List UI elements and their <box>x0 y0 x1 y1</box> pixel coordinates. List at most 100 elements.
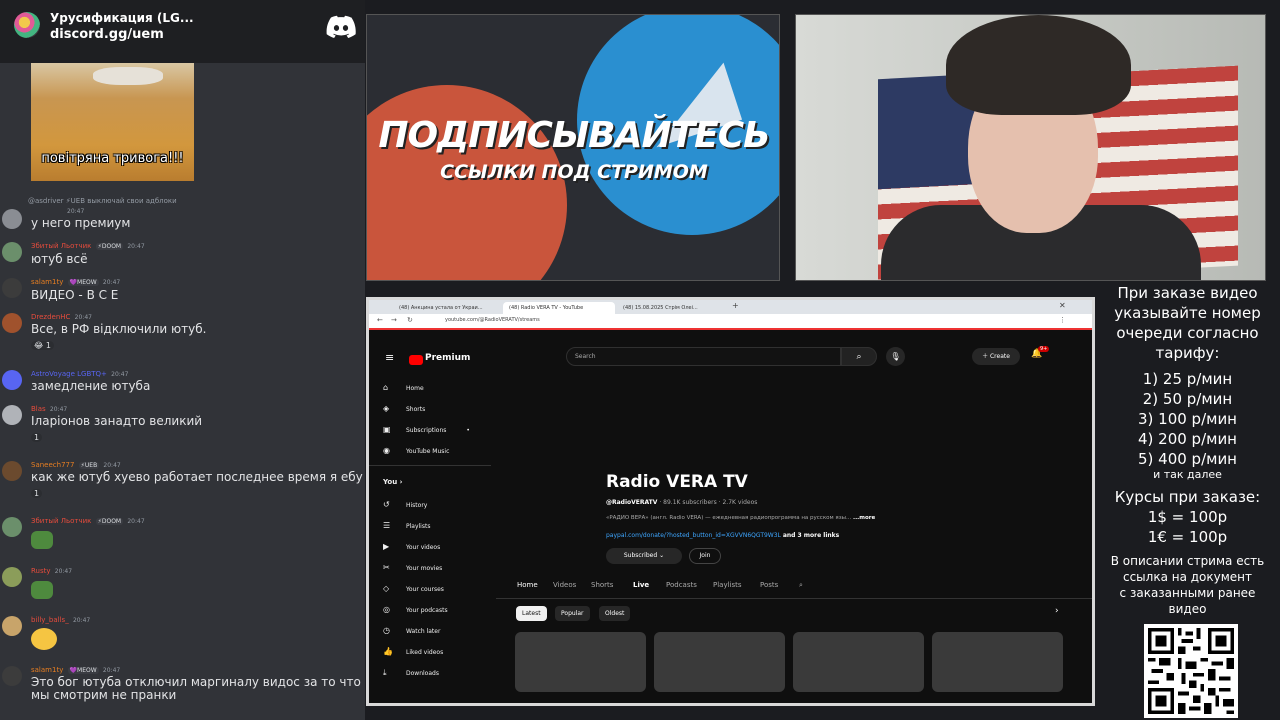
author-name[interactable]: salam1ty <box>31 666 63 674</box>
sidebar-item-watch-later[interactable]: ◷ Watch later <box>383 626 440 640</box>
avatar[interactable] <box>2 313 22 333</box>
video-thumbnail[interactable] <box>932 632 1063 692</box>
author-name[interactable]: AstroVoyage LGBTQ+ <box>31 370 107 378</box>
author-name[interactable]: Blas <box>31 405 46 413</box>
meme-image[interactable]: повітряна тривога!!! <box>31 63 194 181</box>
streamer-hair <box>946 15 1131 115</box>
forward-icon[interactable]: → <box>391 316 397 324</box>
back-icon[interactable]: ← <box>377 316 383 324</box>
more-link[interactable]: ...more <box>853 515 875 521</box>
sidebar-item-downloads[interactable]: ⤓ Downloads <box>383 668 439 682</box>
message-header: Rusty 20:47 <box>31 567 72 575</box>
pepe-sticker[interactable] <box>31 531 53 549</box>
browser-tab-active[interactable]: (48) Radio VERA TV - YouTube <box>503 302 615 314</box>
youtube-premium-label[interactable]: Premium <box>425 353 470 363</box>
author-name[interactable]: Saneech777 <box>31 461 74 469</box>
sidebar-item-playlists[interactable]: ☰ Playlists <box>383 521 430 535</box>
avatar[interactable] <box>2 209 22 229</box>
browser-tab[interactable]: (48) 15.08.2025 Стрім Олеі... <box>617 302 727 314</box>
chip-oldest[interactable]: Oldest <box>599 606 631 621</box>
tab-home[interactable]: Home <box>517 581 538 589</box>
tab-podcasts[interactable]: Podcasts <box>666 581 697 589</box>
video-thumbnail[interactable] <box>515 632 646 692</box>
menu-icon[interactable]: ⋮ <box>1059 316 1066 324</box>
subscribed-button[interactable]: Subscribed ⌄ <box>606 548 682 564</box>
chevron-right-icon[interactable]: › <box>1055 606 1059 616</box>
your-videos-icon: ▶ <box>383 542 390 551</box>
note-line: В описании стрима есть <box>1110 554 1265 568</box>
sidebar-item-shorts[interactable]: ◈ Shorts <box>383 404 425 418</box>
sidebar-item-your-videos[interactable]: ▶ Your videos <box>383 542 440 556</box>
tab-playlists[interactable]: Playlists <box>713 581 742 589</box>
avatar[interactable] <box>2 517 22 537</box>
tabs-divider <box>496 598 1092 599</box>
create-button[interactable]: ＋ Create <box>972 348 1020 365</box>
avatar[interactable] <box>2 461 22 481</box>
author-name[interactable]: Rusty <box>31 567 51 575</box>
search-input[interactable]: Search <box>566 347 841 366</box>
qr-code[interactable] <box>1144 624 1238 718</box>
new-tab-icon[interactable]: + <box>732 301 739 310</box>
author-name[interactable]: Збитый Льотчик <box>31 242 91 250</box>
avatar[interactable] <box>2 567 22 587</box>
more-links[interactable]: and 3 more links <box>783 532 839 539</box>
avatar[interactable] <box>2 242 22 262</box>
tab-posts[interactable]: Posts <box>760 581 778 589</box>
reload-icon[interactable]: ↻ <box>407 316 413 324</box>
sidebar-item-your-courses[interactable]: ◇ Your courses <box>383 584 444 598</box>
author-name[interactable]: Збитый Льотчик <box>31 517 91 525</box>
channel-description[interactable]: «РАДИО ВЕРА» (англ. Radio VERA) — ежедне… <box>606 515 875 521</box>
sidebar-item-subscriptions[interactable]: ▣ Subscriptions • <box>383 425 470 439</box>
avatar[interactable] <box>2 666 22 686</box>
sidebar-section-you[interactable]: You › <box>383 478 403 492</box>
video-thumbnail[interactable] <box>793 632 924 692</box>
microphone-icon[interactable]: 🎙 <box>886 347 905 366</box>
sidebar-item-youtube-music[interactable]: ◉ YouTube Music <box>383 446 449 460</box>
avatar[interactable] <box>2 616 22 636</box>
channel-search-icon[interactable]: ⌕ <box>799 581 803 590</box>
browser-tab[interactable]: (48) Анкцина устала от Украи... <box>393 302 501 314</box>
message-time: 20:47 <box>67 208 85 215</box>
tab-shorts[interactable]: Shorts <box>591 581 613 589</box>
sidebar-item-history[interactable]: ↺ History <box>383 500 427 514</box>
chip-latest[interactable]: Latest <box>516 606 547 621</box>
pepe-sticker[interactable] <box>31 581 53 599</box>
avatar[interactable] <box>2 278 22 298</box>
webcam-feed <box>795 14 1266 281</box>
sidebar-item-your-podcasts[interactable]: ◎ Your podcasts <box>383 605 448 619</box>
banner-subtitle: ССЫЛКИ ПОД СТРИМОМ <box>440 161 708 183</box>
message-text: Іларіонов занадто великий <box>31 414 203 428</box>
author-name[interactable]: salam1ty <box>31 278 63 286</box>
reaction-chip[interactable]: 😂 1 <box>31 341 54 350</box>
server-icon[interactable] <box>14 12 40 38</box>
avatar[interactable] <box>2 370 22 390</box>
message-header: Blas 20:47 <box>31 405 67 413</box>
reaction-chip[interactable]: 1 <box>31 433 43 442</box>
server-invite-link[interactable]: discord.gg/uem <box>50 27 164 42</box>
sidebar-item-your-movies[interactable]: ✂ Your movies <box>383 563 442 577</box>
join-button[interactable]: Join <box>689 548 721 564</box>
tab-live[interactable]: Live <box>633 581 649 589</box>
playlists-icon: ☰ <box>383 521 391 530</box>
youtube-logo-icon[interactable] <box>409 355 423 365</box>
reaction-chip[interactable]: 1 <box>31 489 43 498</box>
emoji-sticker[interactable] <box>31 628 57 650</box>
address-bar: ← → ↻ youtube.com/@RadioVERATV/streams ⋮ <box>369 314 1092 330</box>
video-count: 2.7K videos <box>722 499 758 506</box>
close-window-icon[interactable]: ✕ <box>1059 301 1066 310</box>
search-icon[interactable]: ⌕ <box>841 347 877 366</box>
video-thumbnail[interactable] <box>654 632 785 692</box>
sidebar-item-liked-videos[interactable]: 👍 Liked videos <box>383 647 443 661</box>
paypal-link[interactable]: paypal.com/donate/?hosted_button_id=XGVV… <box>606 532 781 539</box>
message-text: Это бог ютуба отключил маргиналу видос з… <box>31 675 361 689</box>
tab-videos[interactable]: Videos <box>553 581 576 589</box>
reply-preview[interactable]: @asdriver ⚡UEB выключай свои адблоки <box>28 197 177 205</box>
avatar[interactable] <box>2 405 22 425</box>
message-header: salam1ty 💜MEOW 20:47 <box>31 278 120 286</box>
chip-popular[interactable]: Popular <box>555 606 590 621</box>
url-input[interactable]: youtube.com/@RadioVERATV/streams <box>433 317 923 327</box>
sidebar-item-home[interactable]: ⌂ Home <box>383 383 424 397</box>
hamburger-menu-icon[interactable]: ≡ <box>385 351 394 364</box>
author-name[interactable]: DrezdenHC <box>31 313 70 321</box>
author-name[interactable]: billy_balls_ <box>31 616 69 624</box>
